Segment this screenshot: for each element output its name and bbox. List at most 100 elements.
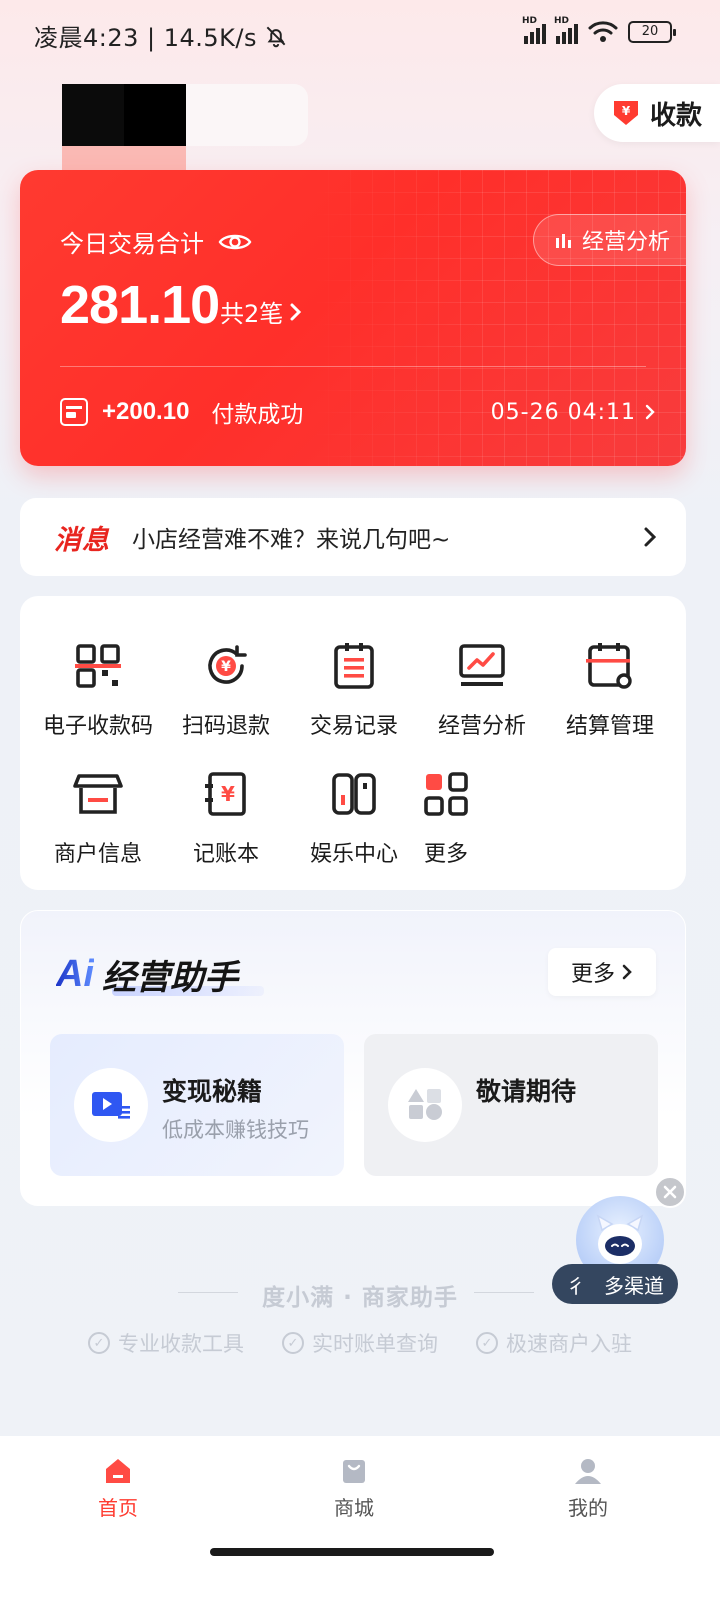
collect-money-icon: ¥ [614, 101, 638, 125]
close-icon [663, 1185, 677, 1199]
shopping-bag-icon [343, 1460, 365, 1483]
home-indicator[interactable] [210, 1548, 494, 1556]
ai-title-text: 经营助手 [102, 958, 238, 998]
tab-profile[interactable]: 我的 [528, 1456, 648, 1521]
ai-tile-title: 敬请期待 [476, 1077, 577, 1106]
feature-label: 专业收款工具 [118, 1332, 244, 1356]
status-time-speed: 凌晨4:23 | 14.5K/s [34, 18, 289, 53]
summary-title-text: 今日交易合计 [60, 230, 204, 258]
summary-title: 今日交易合计 [60, 224, 252, 259]
grid-icon [418, 766, 474, 822]
ai-more-label: 更多 [570, 962, 615, 987]
video-icon [74, 1068, 148, 1142]
mute-bell-icon [266, 26, 286, 47]
function-scan-refund[interactable]: ¥ 扫码退款 [162, 638, 290, 748]
qr-code-icon [70, 638, 126, 694]
feature-item: ✓ 专业收款工具 [88, 1328, 244, 1358]
store-name-background [186, 84, 308, 146]
feature-list: ✓ 专业收款工具 ✓ 实时账单查询 ✓ 极速商户入驻 [0, 1328, 720, 1358]
feature-item: ✓ 实时账单查询 [282, 1328, 438, 1358]
home-icon [106, 1459, 130, 1483]
tab-home[interactable]: 首页 [58, 1456, 178, 1521]
summary-card[interactable]: 今日交易合计 经营分析 281.10 共2笔 +200.10 付款成功 05-2… [20, 170, 686, 466]
wifi-icon [588, 21, 618, 42]
function-e-qr-code[interactable]: 电子收款码 [34, 638, 162, 748]
payment-terminal-icon [60, 398, 88, 426]
ai-tile-subtitle: 低成本赚钱技巧 [162, 1118, 309, 1142]
message-text: 小店经营难不难？来说几句吧~ [132, 527, 451, 553]
game-icon [326, 766, 382, 822]
feature-item: ✓ 极速商户入驻 [476, 1328, 632, 1358]
today-amount: 281.10 [60, 275, 220, 335]
store-icon [70, 766, 126, 822]
ai-tile-coming-soon[interactable]: 敬请期待 [364, 1034, 658, 1176]
settlement-icon [582, 638, 638, 694]
tab-label: 我的 [568, 1496, 608, 1520]
message-tag: 消息 [54, 524, 110, 556]
function-label: 更多 [423, 842, 468, 867]
close-float-button[interactable] [654, 1176, 686, 1208]
chevron-right-icon [645, 404, 655, 420]
bar-chart-icon [555, 234, 571, 248]
function-business-analysis[interactable]: 经营分析 [418, 638, 546, 748]
brand-slogan: 度小满 · 商家助手 [262, 1285, 458, 1311]
ledger-icon: ¥ [198, 766, 254, 822]
tab-label: 商城 [334, 1496, 374, 1520]
signal-icon: HD [522, 16, 546, 44]
feature-label: 极速商户入驻 [506, 1332, 632, 1356]
function-transaction-records[interactable]: 交易记录 [290, 638, 418, 748]
svg-text:¥: ¥ [622, 104, 631, 118]
signal-hd-label: HD [522, 16, 538, 26]
refund-icon: ¥ [198, 638, 254, 694]
tab-label: 首页 [98, 1496, 138, 1520]
ai-tile-monetization[interactable]: 变现秘籍 低成本赚钱技巧 [50, 1034, 344, 1176]
message-banner[interactable]: 消息 小店经营难不难？来说几句吧~ [20, 498, 686, 576]
status-icons: HD HD 20 [522, 16, 676, 44]
latest-transaction-time-text: 05-26 04:11 [490, 399, 636, 425]
transaction-count: 共2笔 [220, 300, 284, 328]
chart-monitor-icon [454, 638, 510, 694]
records-icon [326, 638, 382, 694]
function-label: 商户信息 [53, 842, 142, 867]
function-more[interactable]: 更多 [382, 766, 510, 876]
ai-logo: Ai [56, 953, 94, 995]
function-ledger[interactable]: ¥ 记账本 [162, 766, 290, 876]
battery-icon: 20 [628, 21, 676, 43]
ai-assistant-title: Ai 经营助手 [56, 950, 238, 999]
function-merchant-info[interactable]: 商户信息 [34, 766, 162, 876]
eye-icon[interactable] [218, 230, 252, 254]
latest-transaction-time: 05-26 04:11 [491, 400, 656, 425]
user-icon [575, 1459, 601, 1484]
latest-transaction-row[interactable]: +200.10 付款成功 05-26 04:11 [60, 392, 656, 432]
card-divider [60, 366, 646, 367]
function-label: 交易记录 [309, 714, 398, 739]
chevron-right-icon [290, 303, 302, 320]
latest-transaction-status: 付款成功 [211, 402, 304, 428]
transaction-count-link[interactable]: 共2笔 [220, 294, 303, 329]
signal-hd-label-2: HD [554, 16, 570, 26]
svg-text:¥: ¥ [221, 659, 231, 675]
signal-icon-2: HD [554, 16, 578, 44]
analysis-chip-label: 经营分析 [581, 230, 670, 255]
function-label: 记账本 [192, 842, 259, 867]
check-circle-icon: ✓ [88, 1332, 110, 1354]
collect-label: 收款 [650, 100, 703, 131]
collect-button[interactable]: ¥ 收款 [594, 84, 720, 142]
function-label: 扫码退款 [181, 714, 270, 739]
check-circle-icon: ✓ [282, 1332, 304, 1354]
function-settlement[interactable]: 结算管理 [546, 638, 674, 748]
function-label: 结算管理 [565, 714, 654, 739]
latest-transaction-amount: +200.10 [102, 398, 190, 425]
tab-mall[interactable]: 商城 [294, 1456, 414, 1521]
svg-text:¥: ¥ [221, 782, 235, 806]
store-name-redacted [124, 84, 186, 146]
shapes-icon [388, 1068, 462, 1142]
check-circle-icon: ✓ [476, 1332, 498, 1354]
ai-tile-title: 变现秘籍 [162, 1077, 263, 1106]
ai-more-button[interactable]: 更多 [548, 948, 656, 996]
function-grid: 电子收款码 ¥ 扫码退款 交易记录 经营分析 结算管理 商户信息 ¥ 记账本 娱… [20, 596, 686, 890]
business-analysis-chip[interactable]: 经营分析 [532, 214, 686, 266]
chevron-right-icon [644, 527, 657, 547]
status-time-text: 凌晨4:23 | 14.5K/s [34, 24, 258, 52]
function-label: 电子收款码 [42, 714, 153, 739]
